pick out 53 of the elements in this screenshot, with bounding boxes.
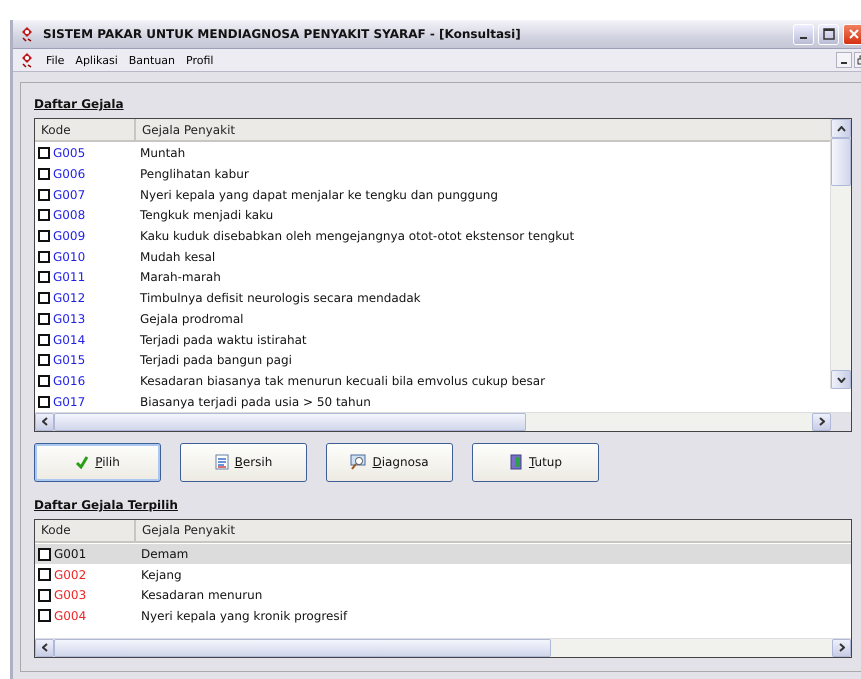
table-cell: Kaku kuduk disebabkan oleh mengejangnya otot-otot ekstensor tengkut (140, 229, 574, 244)
table-cell: Tengkuk menjadi kaku (140, 208, 274, 222)
table-cell-text: G015 (53, 353, 86, 368)
table-cell: Muntah (140, 146, 186, 160)
table-cell: Nyeri kepala yang kronik progresif (141, 608, 348, 623)
table-cell-text: G007 (53, 188, 86, 202)
column-header[interactable]: Kode (35, 119, 136, 140)
list-row[interactable]: G003 Kesadaran menurun (35, 584, 851, 606)
table-cell-text: G001 (54, 547, 88, 562)
section-heading: Daftar Gejala Terpilih (34, 498, 178, 514)
table-cell: Nyeri kepala yang dapat menjalar ke tengku dan punggung (140, 188, 498, 202)
action-button[interactable]: Tutup (472, 442, 599, 482)
table-cell: Marah-marah (140, 270, 221, 284)
list-row[interactable]: G001 Demam (35, 544, 851, 564)
table-cell-text: G004 (54, 608, 88, 623)
action-button[interactable]: Pilih (34, 442, 161, 482)
table-cell-text: G013 (53, 312, 86, 326)
menu-item[interactable]: Bantuan (128, 54, 176, 66)
table-cell-text: G003 (54, 588, 88, 602)
table-cell: Timbulnya defisit neurologis secara mendadak (140, 291, 421, 306)
table-cell-text: G005 (53, 146, 86, 160)
list-row[interactable]: G002 Kejang (35, 564, 851, 585)
table-cell-text: G006 (53, 167, 86, 182)
table-cell: Kejang (141, 568, 182, 582)
table-cell-text: G016 (53, 374, 86, 388)
table-cell-text: G012 (53, 291, 86, 306)
table-cell: Demam (141, 547, 188, 562)
table-cell: Kesadaran menurun (141, 588, 262, 602)
table-cell-text: G009 (53, 229, 86, 244)
table-cell: Terjadi pada bangun pagi (140, 353, 292, 368)
column-header[interactable]: Kode (35, 520, 136, 541)
table-cell-text: G011 (53, 270, 86, 284)
list-row[interactable]: G004 Nyeri kepala yang kronik progresif (35, 605, 851, 626)
menu-item[interactable]: Profil (186, 54, 214, 66)
column-header[interactable]: Gejala Penyakit (136, 520, 828, 541)
table-cell-text: G002 (54, 568, 88, 582)
column-header[interactable]: Gejala Penyakit (136, 119, 828, 140)
table-cell-text: G017 (53, 394, 86, 409)
table-cell: Kesadaran biasanya tak menurun kecuali bila emvolus cukup besar (140, 374, 546, 388)
table-cell-text: G008 (53, 208, 86, 222)
table-cell-text: G010 (53, 250, 86, 264)
table-cell: Penglihatan kabur (140, 167, 249, 182)
menu-item[interactable]: Aplikasi (75, 54, 118, 66)
table-cell-text: G014 (53, 332, 86, 347)
action-button[interactable]: Bersih (180, 442, 307, 482)
window-title: SISTEM PAKAR UNTUK MENDIAGNOSA PENYAKIT SYARAF - [Konsultasi] (43, 27, 522, 41)
table-cell: Terjadi pada waktu istirahat (140, 332, 307, 347)
table-cell: Gejala prodromal (140, 312, 244, 326)
table-cell: Mudah kesal (140, 250, 216, 264)
table-cell: Biasanya terjadi pada usia > 50 tahun (140, 394, 371, 409)
section-heading: Daftar Gejala (34, 97, 124, 113)
action-button[interactable]: Diagnosa (326, 442, 453, 482)
menu-item[interactable]: File (46, 54, 64, 66)
